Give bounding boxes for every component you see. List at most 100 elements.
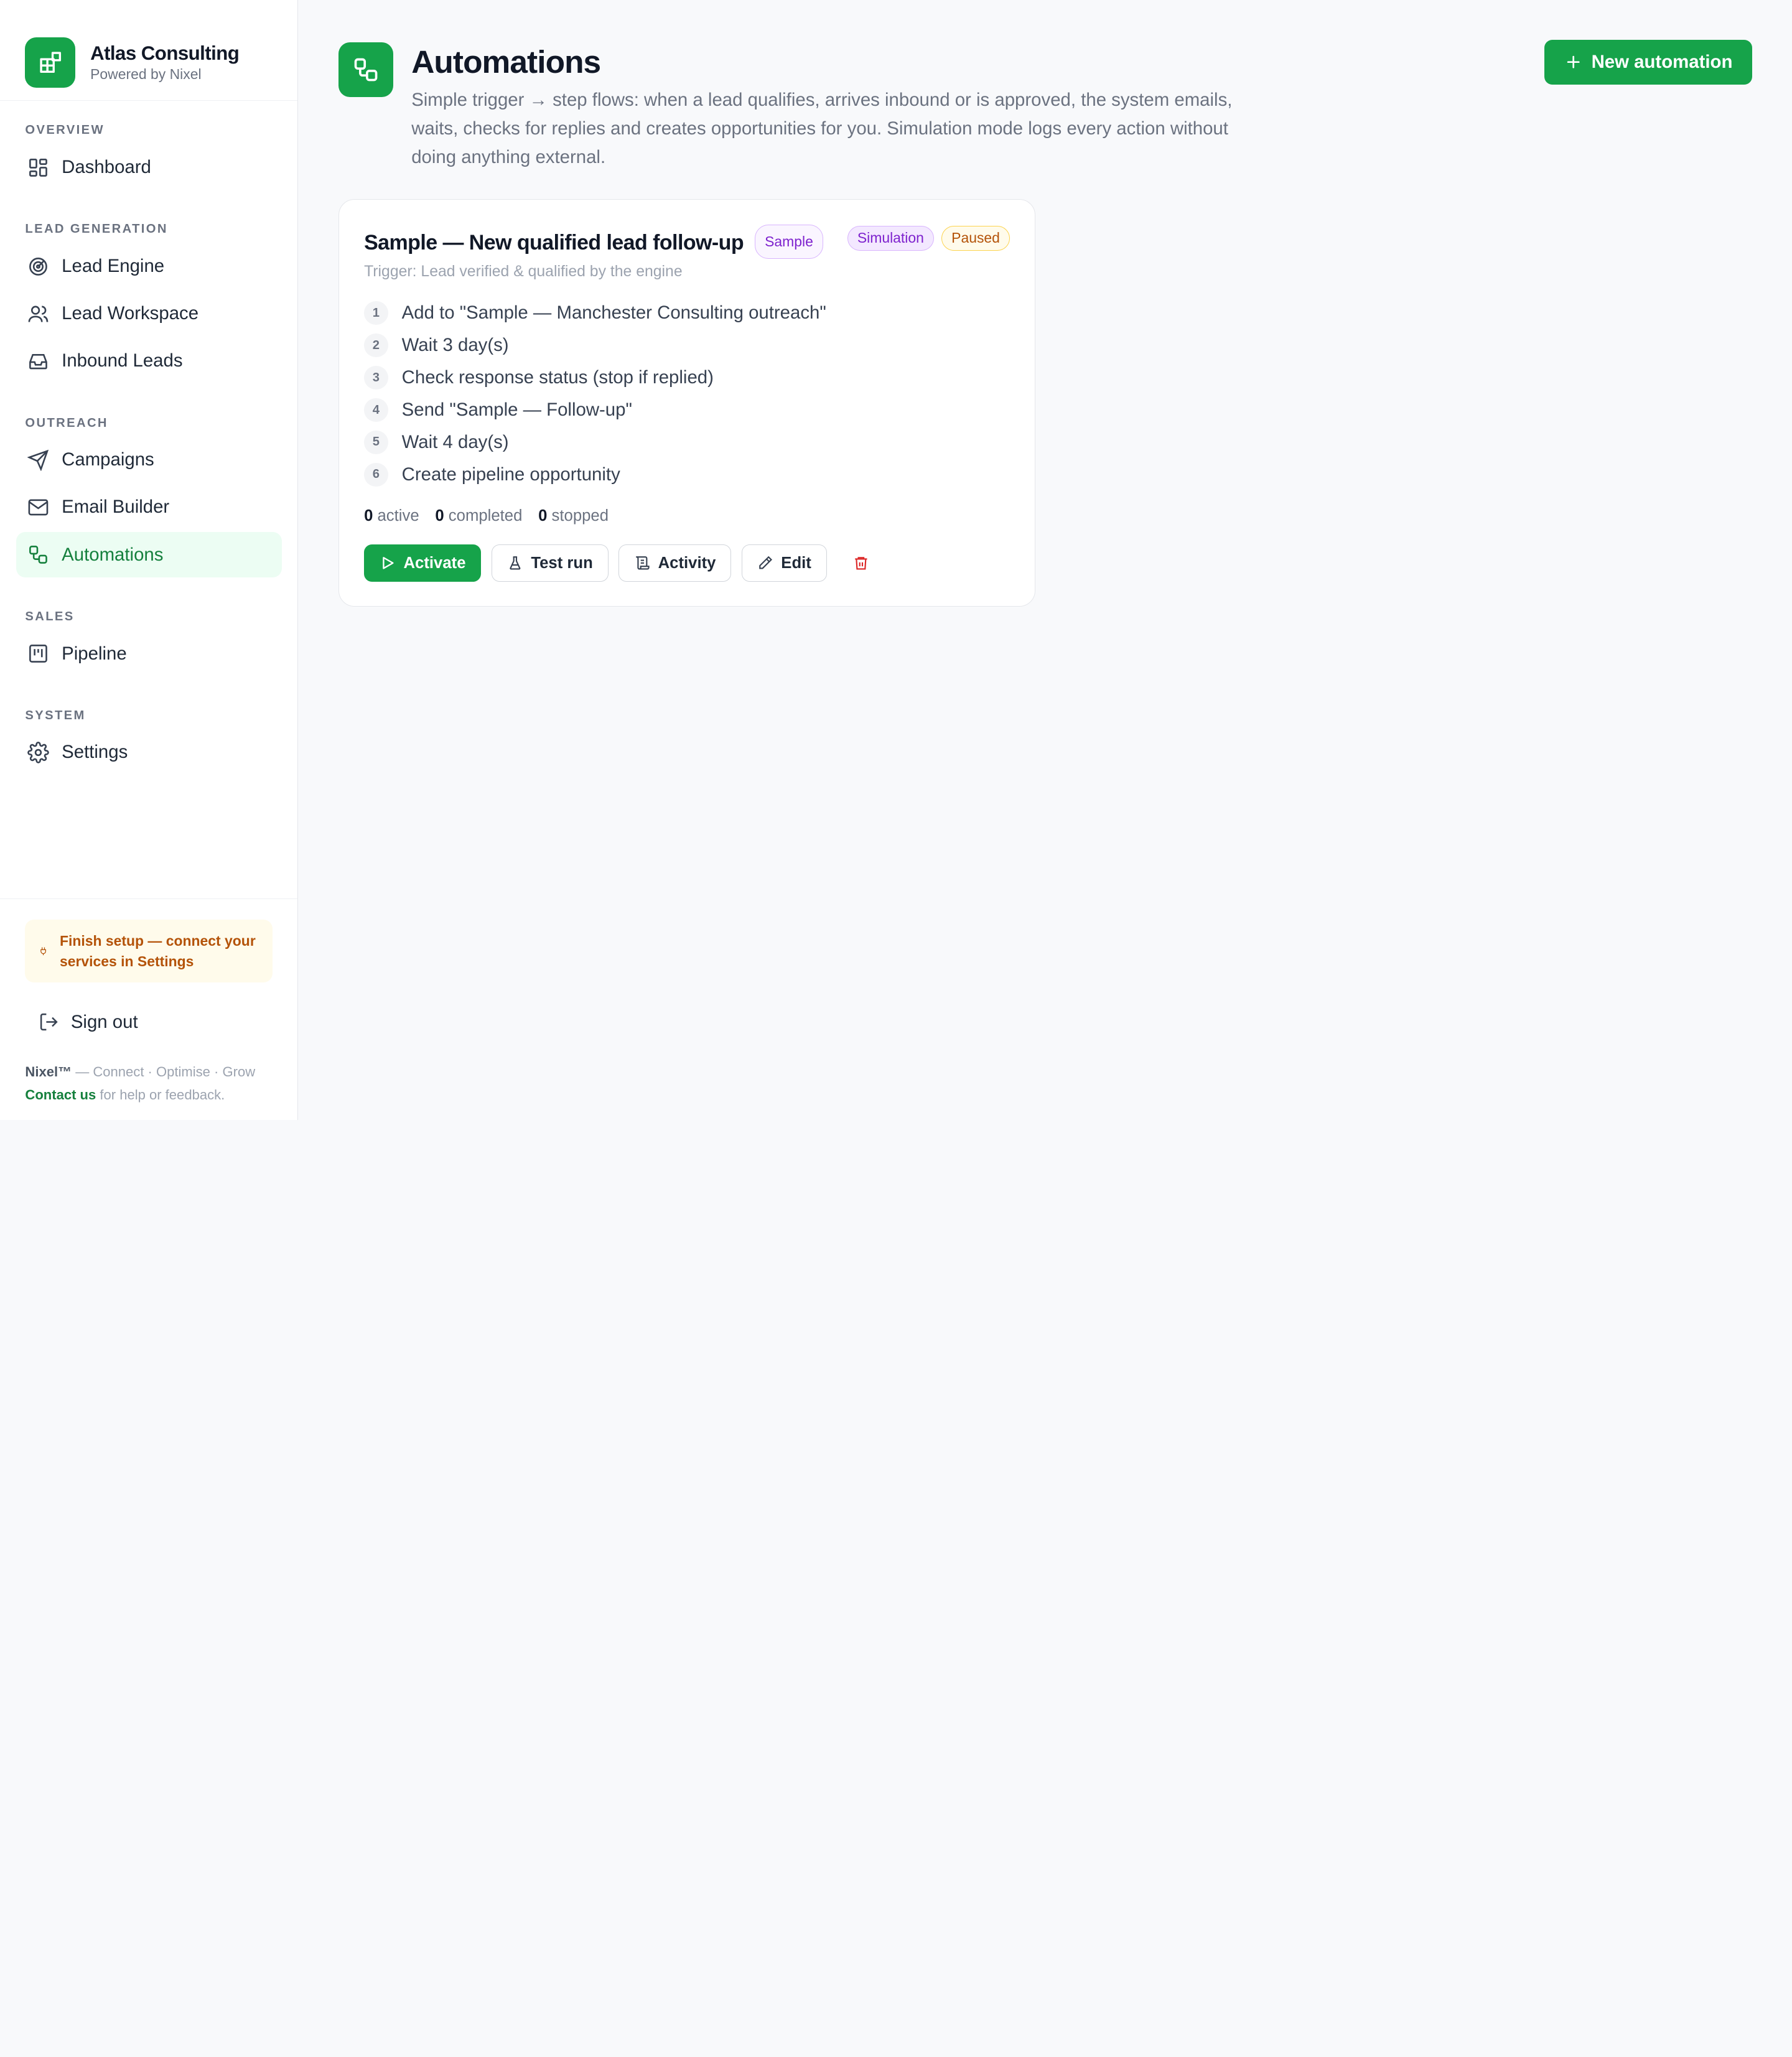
scroll-icon [636, 556, 650, 570]
plus-icon [1567, 56, 1580, 69]
main-content: Automations Simple trigger → step flows:… [298, 0, 1792, 1120]
sidebar-item-label: Email Builder [62, 497, 170, 518]
sidebar-item-label: Lead Engine [62, 255, 165, 276]
step-number: 4 [364, 398, 388, 422]
brand-subtitle: Powered by Nixel [90, 65, 202, 82]
sidebar-item-settings[interactable]: Settings [16, 730, 282, 775]
step-text: Add to "Sample — Manchester Consulting o… [401, 302, 826, 324]
automation-stats: 0 active 0 completed 0 stopped [364, 507, 1010, 525]
sidebar-item-label: Campaigns [62, 449, 154, 470]
stat-active: 0 active [364, 506, 419, 525]
step-text: Create pipeline opportunity [401, 464, 620, 485]
edit-label: Edit [781, 554, 811, 572]
step-number: 3 [364, 365, 388, 390]
sidebar: Atlas Consulting Powered by Nixel OVERVI… [0, 0, 299, 1120]
step-text: Wait 3 day(s) [401, 335, 509, 356]
send-icon [27, 449, 49, 471]
workflow-icon [29, 546, 47, 564]
setup-notice-text: Finish setup — connect your services in … [59, 933, 256, 970]
sidebar-item-label: Dashboard [62, 157, 151, 178]
new-automation-label: New automation [1591, 52, 1733, 73]
list-item: 3 Check response status (stop if replied) [364, 361, 1010, 394]
plug-icon [40, 947, 47, 956]
step-text: Wait 4 day(s) [401, 431, 509, 452]
step-number: 5 [364, 430, 388, 455]
brand[interactable]: Atlas Consulting Powered by Nixel [0, 0, 298, 101]
sidebar-item-email-builder[interactable]: Email Builder [16, 485, 282, 530]
sidebar-nav: OVERVIEW Dashboard LEAD GENERATION Lead … [0, 101, 297, 776]
gear-icon [27, 742, 49, 763]
activity-label: Activity [658, 554, 716, 572]
contact-link[interactable]: Contact us [25, 1087, 96, 1103]
automation-trigger: Trigger: Lead verified & qualified by th… [364, 263, 683, 281]
automation-title: Sample — New qualified lead follow-up [364, 230, 744, 254]
nav-section-sales: SALES [25, 609, 75, 623]
activity-button[interactable]: Activity [618, 544, 732, 582]
sign-out-label: Sign out [70, 1011, 138, 1032]
play-icon [383, 557, 394, 569]
edit-button[interactable]: Edit [741, 544, 827, 582]
stat-completed: 0 completed [435, 506, 523, 525]
nav-section-outreach: OUTREACH [25, 416, 108, 430]
users-icon [28, 306, 49, 322]
test-run-label: Test run [531, 554, 593, 572]
sidebar-item-label: Automations [62, 544, 164, 565]
log-out-icon [40, 1014, 58, 1031]
mail-icon [28, 499, 49, 516]
brand-name: Atlas Consulting [90, 42, 240, 65]
sidebar-item-label: Pipeline [62, 643, 127, 664]
nav-section-system: SYSTEM [25, 708, 86, 722]
footer-tagline: — Connect · Optimise · Grow [72, 1064, 256, 1080]
list-item: 1 Add to "Sample — Manchester Consulting … [364, 297, 1010, 329]
sidebar-item-automations[interactable]: Automations [16, 531, 282, 578]
list-item: 6 Create pipeline opportunity [364, 459, 1010, 491]
dashboard-icon [29, 158, 47, 177]
activate-label: Activate [403, 554, 466, 572]
sample-badge: Sample [755, 224, 823, 259]
page-header: Automations Simple trigger → step flows:… [338, 42, 1258, 172]
inbox-icon [29, 353, 47, 370]
list-item: 4 Send "Sample — Follow-up" [364, 394, 1010, 426]
stat-stopped: 0 stopped [538, 506, 609, 525]
setup-notice[interactable]: Finish setup — connect your services in … [25, 919, 273, 982]
sidebar-footer: Finish setup — connect your services in … [0, 898, 298, 1107]
automation-card: Sample — New qualified lead follow-up Sa… [338, 198, 1036, 607]
sidebar-item-lead-engine[interactable]: Lead Engine [16, 243, 282, 289]
kanban-icon [29, 645, 47, 663]
delete-button[interactable] [851, 553, 871, 574]
nav-section-lead-generation: LEAD GENERATION [25, 222, 168, 236]
step-list: 1 Add to "Sample — Manchester Consulting … [364, 297, 1010, 491]
step-text: Send "Sample — Follow-up" [401, 399, 632, 421]
mode-badge: Simulation [847, 225, 934, 251]
sidebar-item-inbound-leads[interactable]: Inbound Leads [16, 338, 282, 384]
step-number: 6 [364, 462, 388, 487]
footer-brand: Nixel™ [25, 1064, 72, 1080]
sidebar-item-label: Inbound Leads [62, 350, 183, 371]
test-run-button[interactable]: Test run [491, 544, 609, 582]
list-item: 2 Wait 3 day(s) [364, 329, 1010, 361]
automation-actions: Activate Test run Activity Edit [364, 544, 1010, 582]
contact-suffix: for help or feedback. [96, 1087, 225, 1103]
footer-text: Nixel™ — Connect · Optimise · Grow Conta… [25, 1061, 273, 1106]
trash-icon [855, 557, 867, 570]
radar-icon [29, 257, 47, 276]
page-description: Simple trigger → step flows: when a lead… [411, 89, 1233, 167]
step-number: 2 [364, 333, 388, 358]
sidebar-item-pipeline[interactable]: Pipeline [16, 631, 282, 676]
step-number: 1 [364, 301, 388, 325]
flask-icon [510, 556, 521, 570]
list-item: 5 Wait 4 day(s) [364, 426, 1010, 459]
workflow-icon [338, 42, 393, 98]
status-badge: Paused [941, 225, 1010, 251]
sign-out-button[interactable]: Sign out [25, 999, 273, 1045]
sidebar-item-campaigns[interactable]: Campaigns [16, 437, 282, 483]
activate-button[interactable]: Activate [364, 544, 482, 582]
pencil-icon [758, 556, 772, 569]
brand-logo-icon [25, 37, 76, 88]
nav-section-overview: OVERVIEW [25, 123, 105, 138]
sidebar-item-lead-workspace[interactable]: Lead Workspace [16, 291, 282, 336]
new-automation-button[interactable]: New automation [1544, 40, 1752, 85]
step-text: Check response status (stop if replied) [401, 367, 714, 388]
sidebar-item-dashboard[interactable]: Dashboard [16, 144, 282, 190]
sidebar-item-label: Lead Workspace [62, 303, 199, 324]
